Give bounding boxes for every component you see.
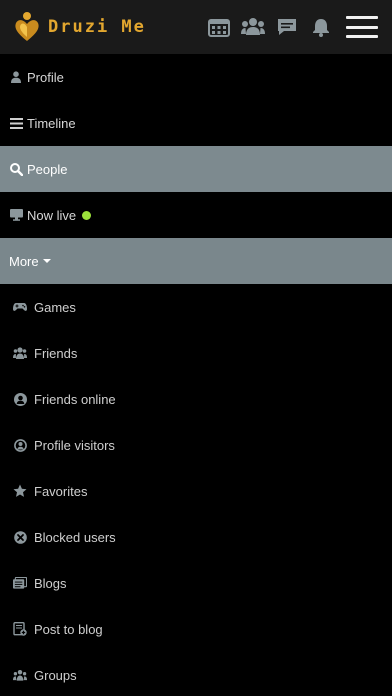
group-icon[interactable] — [236, 10, 270, 44]
friends-icon — [13, 346, 27, 360]
menu-item-timeline[interactable]: Timeline — [0, 100, 392, 146]
menu-label: Blogs — [34, 575, 67, 591]
menu-item-blocked-users[interactable]: Blocked users — [0, 514, 392, 560]
list-icon — [9, 116, 23, 130]
live-status-dot — [82, 210, 92, 220]
star-icon — [13, 484, 27, 498]
menu-item-groups[interactable]: Groups — [0, 652, 392, 696]
user-icon — [9, 70, 23, 84]
menu-label: Groups — [34, 667, 77, 683]
menu-label: Timeline — [27, 115, 76, 131]
side-menu: Profile Timeline People Now live More Ga… — [0, 54, 392, 696]
menu-item-favorites[interactable]: Favorites — [0, 468, 392, 514]
heart-logo-icon — [15, 12, 39, 41]
menu-label: Friends online — [34, 391, 116, 407]
calendar-icon[interactable] — [202, 10, 236, 44]
menu-label: Favorites — [34, 483, 88, 499]
menu-item-post-to-blog[interactable]: Post to blog — [0, 606, 392, 652]
top-bar: Druzi Me — [0, 0, 392, 54]
menu-item-friends-online[interactable]: Friends online — [0, 376, 392, 422]
groups-icon — [13, 668, 27, 682]
user-circle-icon — [13, 392, 27, 406]
bell-icon[interactable] — [304, 10, 338, 44]
menu-item-friends[interactable]: Friends — [0, 330, 392, 376]
menu-label: Now live — [27, 207, 77, 223]
menu-item-now-live[interactable]: Now live — [0, 192, 392, 238]
menu-label: Blocked users — [34, 529, 116, 545]
post-blog-icon — [13, 622, 27, 636]
menu-icon[interactable] — [342, 10, 382, 44]
menu-item-profile[interactable]: Profile — [0, 54, 392, 100]
gamepad-icon — [13, 300, 27, 314]
search-icon — [9, 162, 23, 176]
menu-label: More — [9, 253, 39, 269]
menu-item-people[interactable]: People — [0, 146, 392, 192]
chat-icon[interactable] — [270, 10, 304, 44]
menu-label: Games — [34, 299, 76, 315]
caret-down-icon — [42, 259, 51, 263]
block-icon — [13, 530, 27, 544]
menu-item-profile-visitors[interactable]: Profile visitors — [0, 422, 392, 468]
user-circle-outline-icon — [13, 438, 27, 452]
monitor-icon — [9, 208, 23, 222]
brand-name: Druzi Me — [48, 17, 146, 37]
menu-label: Profile visitors — [34, 437, 115, 453]
menu-label: Friends — [34, 345, 78, 361]
menu-label: People — [27, 161, 68, 177]
menu-item-more[interactable]: More — [0, 238, 392, 284]
menu-item-games[interactable]: Games — [0, 284, 392, 330]
menu-label: Profile — [27, 69, 64, 85]
logo[interactable]: Druzi Me — [14, 11, 146, 43]
menu-item-blogs[interactable]: Blogs — [0, 560, 392, 606]
blogs-icon — [13, 576, 27, 590]
menu-label: Post to blog — [34, 621, 103, 637]
